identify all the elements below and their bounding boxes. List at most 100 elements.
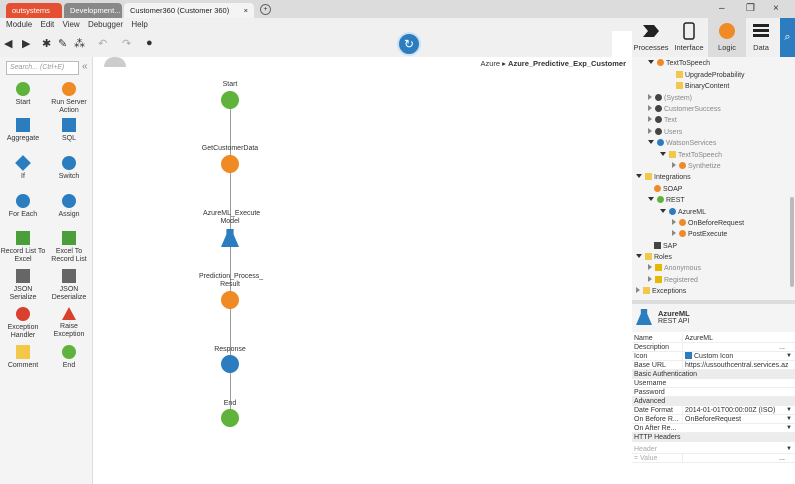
prop-value[interactable]: Custom Icon	[682, 352, 788, 361]
prediction-process-node[interactable]	[221, 291, 239, 309]
tool-comment[interactable]: Comment	[0, 345, 46, 370]
prop-value[interactable]: https://ussouthcentral.services.azu	[682, 361, 788, 370]
tab-logic[interactable]: Logic	[708, 18, 746, 57]
search-button[interactable]: ⌕	[780, 18, 795, 57]
prop-row-password[interactable]: Password	[632, 388, 795, 397]
start-node[interactable]	[221, 91, 239, 109]
tree-item[interactable]: Text	[648, 116, 677, 125]
dropdown-arrow-icon[interactable]: ▼	[786, 415, 792, 424]
prop-row-name[interactable]: Name AzureML	[632, 334, 795, 343]
tree-item[interactable]: Registered	[648, 276, 698, 285]
close-tab-icon[interactable]: ×	[244, 3, 248, 18]
tree-item[interactable]: SAP	[654, 242, 677, 251]
tree-item[interactable]: Users	[648, 128, 682, 137]
prop-row-username[interactable]: Username	[632, 379, 795, 388]
tree-item-azureml[interactable]: AzureML	[660, 208, 706, 217]
prop-row-value[interactable]: = Value...	[632, 454, 795, 463]
close-window-button[interactable]: ×	[773, 3, 779, 14]
get-customer-data-node[interactable]	[221, 155, 239, 173]
tab-data[interactable]: Data	[742, 18, 780, 57]
tree-item[interactable]: TextToSpeech	[648, 59, 710, 68]
publish-button[interactable]: ↻	[397, 32, 421, 56]
tree-item[interactable]: CustomerSuccess	[648, 105, 721, 114]
forward-icon[interactable]: ▶	[22, 37, 30, 50]
tree-item[interactable]: Roles	[636, 253, 672, 262]
prop-value[interactable]: ...	[682, 454, 788, 463]
tree-item[interactable]: PostExecute	[672, 230, 727, 239]
tool-excel-to-record-list[interactable]: Excel To Record List	[46, 231, 92, 264]
tree-item[interactable]: Exceptions	[636, 287, 686, 296]
tree-item[interactable]: Integrations	[636, 173, 691, 182]
flow-canvas[interactable]: Azure ▸ Azure_Predictive_Exp_Customer St…	[94, 57, 632, 484]
tree-item[interactable]: TextToSpeech	[660, 151, 722, 160]
tree-item[interactable]: Synthetize	[672, 162, 721, 171]
prop-row-date-format[interactable]: Date Format 2014-01-01T00:00:00Z (ISO) ▼	[632, 406, 795, 415]
tool-assign[interactable]: Assign	[46, 194, 92, 219]
menu-view[interactable]: View	[63, 18, 80, 31]
tool-record-list-to-excel[interactable]: Record List To Excel	[0, 231, 46, 264]
prop-row-icon[interactable]: Icon Custom Icon ▼	[632, 352, 795, 361]
response-node[interactable]	[221, 355, 239, 373]
dropdown-arrow-icon[interactable]: ▼	[786, 352, 792, 361]
toolbox-search-input[interactable]: Search... (Ctrl+E)	[6, 61, 79, 75]
tab-interface[interactable]: Interface	[670, 18, 708, 57]
back-icon[interactable]: ◀	[4, 37, 12, 50]
dropdown-arrow-icon[interactable]: ▼	[786, 424, 792, 433]
tool-aggregate[interactable]: Aggregate	[0, 118, 46, 143]
folder-icon	[643, 287, 650, 294]
chat-icon[interactable]: ●	[146, 37, 153, 49]
prop-value[interactable]: AzureML	[682, 334, 788, 343]
tool-sql[interactable]: SQL	[46, 118, 92, 143]
prop-row-on-after-response[interactable]: On After Re... ▼	[632, 424, 795, 433]
settings-icon[interactable]: ✱	[42, 37, 51, 50]
prop-value[interactable]: OnBeforeRequest	[682, 415, 788, 424]
tab-customer360[interactable]: Customer360 (Customer 360) ×	[124, 3, 254, 18]
tree-item[interactable]: OnBeforeRequest	[672, 219, 744, 228]
collapse-icon[interactable]: «	[82, 61, 88, 72]
prop-row-description[interactable]: Description...	[632, 343, 795, 352]
tree-item[interactable]: Anonymous	[648, 264, 701, 273]
dropdown-arrow-icon[interactable]: ▼	[786, 406, 792, 415]
breadcrumb-parent[interactable]: Azure	[480, 59, 500, 68]
undo-icon[interactable]: ↶	[98, 37, 107, 50]
tools-icon[interactable]: ✎	[58, 37, 67, 50]
tree-item[interactable]: SOAP	[654, 185, 682, 194]
azureml-execute-node[interactable]	[221, 229, 239, 247]
tool-json-serialize[interactable]: JSON Serialize	[0, 269, 46, 302]
tool-exception-handler[interactable]: Exception Handler	[0, 307, 46, 340]
tool-if[interactable]: If	[0, 155, 46, 181]
tree-item[interactable]: REST	[648, 196, 685, 205]
new-tab-button[interactable]: +	[260, 4, 271, 15]
tool-start[interactable]: Start	[0, 82, 46, 107]
tree-item[interactable]: BinaryContent	[676, 82, 729, 91]
end-node[interactable]	[221, 409, 239, 427]
prop-value[interactable]: 2014-01-01T00:00:00Z (ISO)	[682, 406, 788, 415]
menu-debugger[interactable]: Debugger	[88, 18, 123, 31]
tree-item[interactable]: WatsonServices	[648, 139, 716, 148]
dropdown-arrow-icon[interactable]: ▼	[786, 445, 792, 454]
tree-item[interactable]: UpgradeProbability	[676, 71, 745, 80]
prop-row-on-before-request[interactable]: On Before R... OnBeforeRequest ▼	[632, 415, 795, 424]
menu-module[interactable]: Module	[6, 18, 32, 31]
dependencies-icon[interactable]: ⁂	[74, 37, 85, 50]
restore-button[interactable]: ❐	[746, 3, 755, 14]
prop-row-header[interactable]: Header ▼	[632, 445, 795, 454]
tool-for-each[interactable]: For Each	[0, 194, 46, 219]
tool-run-server-action[interactable]: Run Server Action	[46, 82, 92, 115]
tab-processes[interactable]: Processes	[632, 18, 670, 57]
tree-scrollbar[interactable]	[790, 197, 794, 287]
minimize-button[interactable]: –	[719, 3, 725, 14]
tab-outsystems[interactable]: outsystems	[6, 3, 62, 18]
tool-end[interactable]: End	[46, 345, 92, 370]
prop-value[interactable]: ...	[682, 343, 788, 352]
menu-edit[interactable]: Edit	[40, 18, 54, 31]
tool-switch[interactable]: Switch	[46, 156, 92, 181]
tool-json-deserialize[interactable]: JSON Deserialize	[46, 269, 92, 302]
tab-development[interactable]: Development...	[64, 3, 122, 18]
prop-row-base-url[interactable]: Base URL https://ussouthcentral.services.…	[632, 361, 795, 370]
tool-raise-exception[interactable]: Raise Exception	[46, 307, 92, 339]
tree-item[interactable]: (System)	[648, 94, 692, 103]
redo-icon[interactable]: ↷	[122, 37, 131, 50]
menu-help[interactable]: Help	[131, 18, 147, 31]
service-icon	[657, 139, 664, 146]
